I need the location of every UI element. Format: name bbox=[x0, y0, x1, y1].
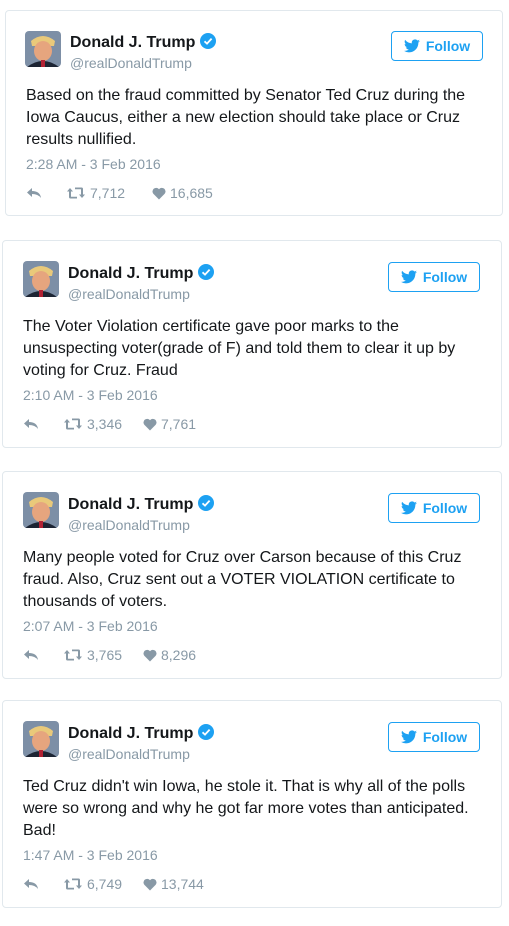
reply-button[interactable] bbox=[23, 648, 63, 662]
like-button[interactable]: 13,744 bbox=[143, 876, 204, 892]
tweet-text-line: Ted Cruz didn't win Iowa, he stole it. T… bbox=[23, 778, 466, 795]
tweet-text-line: unsuspecting voter(grade of F) and told … bbox=[23, 340, 456, 357]
heart-icon bbox=[143, 649, 157, 661]
avatar[interactable] bbox=[23, 261, 59, 297]
retweet-icon bbox=[64, 418, 82, 430]
retweet-button[interactable]: 3,765 bbox=[63, 647, 143, 663]
follow-label: Follow bbox=[422, 269, 468, 285]
retweet-icon bbox=[67, 187, 85, 199]
tweet-timestamp[interactable]: 2:07 AM - 3 Feb 2016 bbox=[23, 618, 158, 634]
tweet-text-line: thousands of voters. bbox=[23, 593, 168, 610]
like-button[interactable]: 16,685 bbox=[152, 185, 213, 201]
verified-icon bbox=[200, 33, 217, 49]
display-name[interactable]: Donald J. Trump bbox=[68, 264, 215, 283]
tweet-text-line: voting for Cruz. Fraud bbox=[23, 362, 178, 379]
tweet-actions: 3,765 8,296 bbox=[23, 647, 196, 663]
like-count: 16,685 bbox=[170, 185, 213, 201]
follow-button[interactable]: Follow bbox=[391, 31, 483, 61]
user-handle[interactable]: @realDonaldTrump bbox=[68, 746, 190, 762]
follow-label: Follow bbox=[425, 38, 471, 54]
user-handle[interactable]: @realDonaldTrump bbox=[68, 286, 190, 302]
heart-icon bbox=[143, 418, 157, 430]
reply-icon bbox=[27, 188, 41, 198]
verified-icon bbox=[198, 495, 215, 511]
reply-button[interactable] bbox=[23, 877, 63, 891]
tweet-text: Many people voted for Cruz over Carson b… bbox=[23, 547, 461, 613]
like-button[interactable]: 7,761 bbox=[143, 416, 196, 432]
tweet-text: Based on the fraud committed by Senator … bbox=[26, 85, 465, 151]
verified-icon bbox=[198, 724, 215, 740]
twitter-bird-icon bbox=[400, 730, 417, 744]
retweet-count: 3,765 bbox=[87, 647, 123, 663]
like-count: 8,296 bbox=[161, 647, 197, 663]
tweet-text-line: The Voter Violation certificate gave poo… bbox=[23, 318, 399, 335]
avatar[interactable] bbox=[25, 31, 61, 67]
twitter-bird-icon bbox=[403, 39, 420, 53]
tweet-text-line: fraud. Also, Cruz sent out a VOTER VIOLA… bbox=[23, 571, 455, 588]
heart-icon bbox=[152, 187, 166, 199]
tweet-card: Donald J. Trump @realDonaldTrump Follow … bbox=[2, 700, 502, 908]
tweet-text-line: were so wrong and why he got far more vo… bbox=[23, 800, 469, 817]
follow-button[interactable]: Follow bbox=[388, 722, 480, 752]
tweet-timestamp[interactable]: 2:28 AM - 3 Feb 2016 bbox=[26, 156, 161, 172]
tweet-actions: 7,712 16,685 bbox=[26, 185, 213, 201]
avatar[interactable] bbox=[23, 492, 59, 528]
reply-icon bbox=[24, 650, 38, 660]
display-name[interactable]: Donald J. Trump bbox=[68, 724, 215, 743]
avatar[interactable] bbox=[23, 721, 59, 757]
twitter-bird-icon bbox=[400, 270, 417, 284]
retweet-count: 3,346 bbox=[87, 416, 123, 432]
retweet-count: 6,749 bbox=[87, 876, 123, 892]
twitter-bird-icon bbox=[400, 501, 417, 515]
tweet-text-line: Many people voted for Cruz over Carson b… bbox=[23, 549, 462, 566]
tweet-timestamp[interactable]: 2:10 AM - 3 Feb 2016 bbox=[23, 387, 158, 403]
like-count: 7,761 bbox=[161, 416, 197, 432]
tweet-text: The Voter Violation certificate gave poo… bbox=[23, 316, 455, 382]
tweet-text-line: Iowa Caucus, either a new election shoul… bbox=[26, 109, 461, 126]
follow-button[interactable]: Follow bbox=[388, 493, 480, 523]
retweet-icon bbox=[64, 649, 82, 661]
retweet-button[interactable]: 3,346 bbox=[63, 416, 143, 432]
retweet-icon bbox=[64, 878, 82, 890]
reply-button[interactable] bbox=[23, 417, 63, 431]
follow-button[interactable]: Follow bbox=[388, 262, 480, 292]
tweet-card: Donald J. Trump @realDonaldTrump Follow … bbox=[2, 471, 502, 679]
follow-label: Follow bbox=[422, 500, 468, 516]
retweet-button[interactable]: 6,749 bbox=[63, 876, 143, 892]
reply-icon bbox=[24, 879, 38, 889]
follow-label: Follow bbox=[422, 729, 468, 745]
verified-icon bbox=[198, 264, 215, 280]
heart-icon bbox=[143, 878, 157, 890]
like-count: 13,744 bbox=[161, 876, 204, 892]
reply-button[interactable] bbox=[26, 186, 66, 200]
display-name[interactable]: Donald J. Trump bbox=[68, 495, 215, 514]
retweet-button[interactable]: 7,712 bbox=[66, 185, 152, 201]
tweet-text-line: Based on the fraud committed by Senator … bbox=[26, 87, 466, 104]
like-button[interactable]: 8,296 bbox=[143, 647, 196, 663]
tweet-timestamp[interactable]: 1:47 AM - 3 Feb 2016 bbox=[23, 847, 158, 863]
user-handle[interactable]: @realDonaldTrump bbox=[70, 55, 192, 71]
tweet-text-line: Bad! bbox=[23, 822, 56, 839]
tweet-text-line: results nullified. bbox=[26, 131, 137, 148]
tweet-actions: 3,346 7,761 bbox=[23, 416, 196, 432]
retweet-count: 7,712 bbox=[90, 185, 126, 201]
tweet-card: Donald J. Trump @realDonaldTrump Follow … bbox=[2, 240, 502, 448]
tweet-actions: 6,749 13,744 bbox=[23, 876, 204, 892]
display-name[interactable]: Donald J. Trump bbox=[70, 33, 217, 52]
tweet-text: Ted Cruz didn't win Iowa, he stole it. T… bbox=[23, 776, 469, 842]
user-handle[interactable]: @realDonaldTrump bbox=[68, 517, 190, 533]
reply-icon bbox=[24, 419, 38, 429]
tweet-card: Donald J. Trump @realDonaldTrump Follow … bbox=[5, 10, 503, 216]
